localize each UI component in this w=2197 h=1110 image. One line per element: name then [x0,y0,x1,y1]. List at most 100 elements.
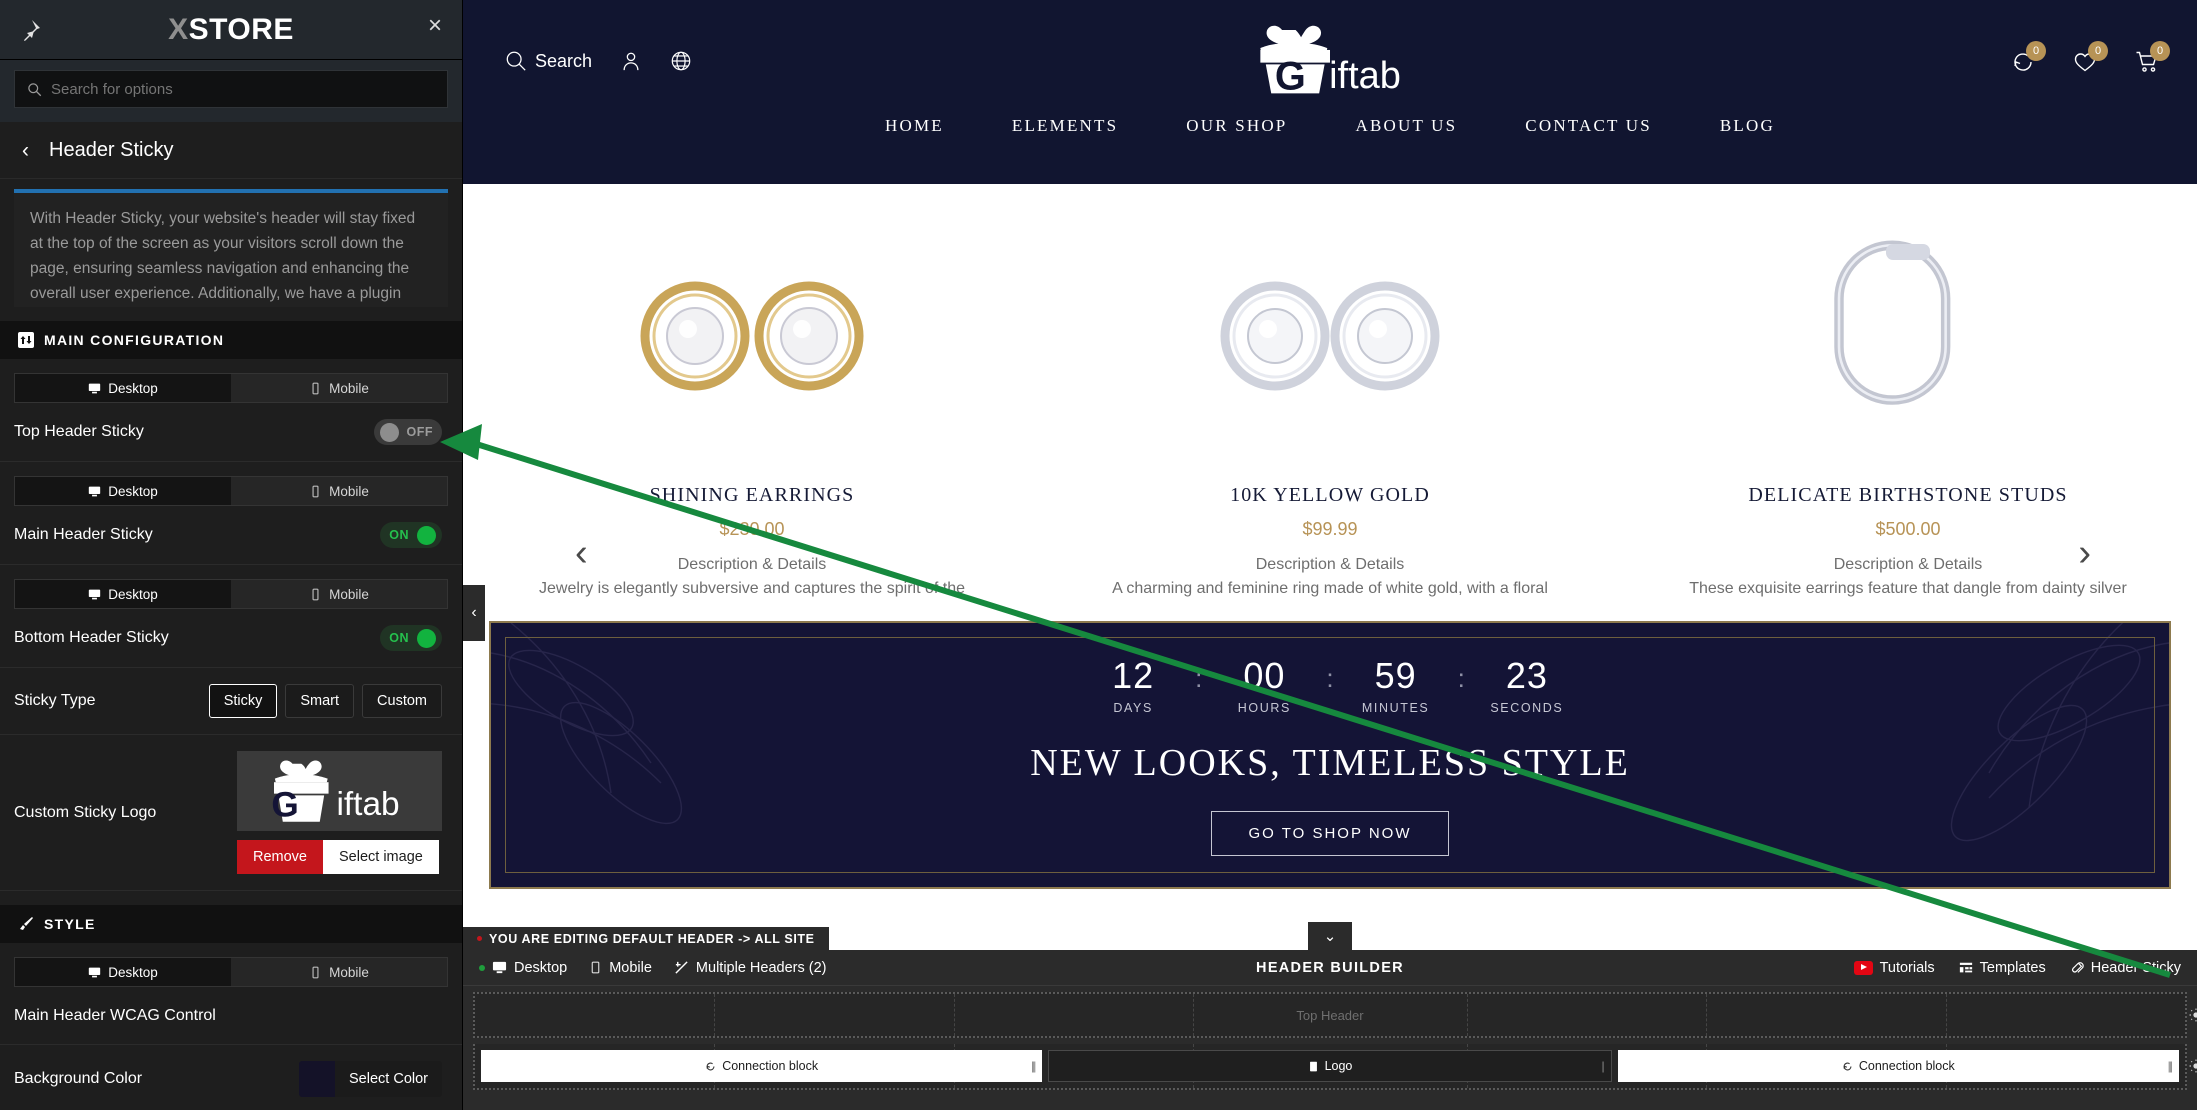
tab-desktop-main-header[interactable]: Desktop [15,477,231,505]
hoop-image [1834,240,1951,405]
countdown-separator: : [1457,662,1465,693]
search-input[interactable] [51,80,435,98]
svg-text:iftab: iftab [336,786,399,823]
gear-icon[interactable] [2189,1059,2197,1073]
product-grid: SHINING EARRINGS $230.00 Description & D… [463,200,2197,598]
drag-handle-icon[interactable]: ||| [2168,1059,2174,1073]
toggle-top-header-sticky[interactable]: OFF [373,419,442,445]
customizer-panel: XSTORE × ‹ Header Sticky With Header Sti… [0,0,463,1110]
select-image-button[interactable]: Select image [323,840,439,874]
active-dot-icon [479,964,485,971]
carousel-prev-icon[interactable]: ‹ [575,534,588,572]
builder-row-main-header[interactable]: Connection block ||| Logo | Connection b… [473,1044,2197,1090]
studs-image [1220,281,1440,391]
nav-item-our-shop[interactable]: OUR SHOP [1186,116,1287,136]
search-box[interactable] [14,70,448,108]
builder-block-logo[interactable]: Logo | [1048,1050,1612,1082]
mobile-icon [591,961,600,974]
option-background-color: Background Color Select Color [0,1045,462,1110]
product-price: $230.00 [719,519,785,539]
site-search-label: Search [535,50,593,71]
sticky-type-smart-button[interactable]: Smart [285,684,355,718]
gear-icon[interactable] [2189,1008,2197,1022]
option-label: Custom Sticky Logo [14,803,157,821]
nav-item-elements[interactable]: ELEMENTS [1012,116,1118,136]
connection-icon [706,1062,715,1070]
site-logo[interactable]: G iftab [1226,22,1434,96]
product-details-label: Description & Details [677,556,827,573]
header-builder-toolbar: Desktop Mobile Multiple Headers (2) HEAD… [463,950,2197,986]
nav-item-about-us[interactable]: ABOUT US [1355,116,1457,136]
remove-logo-button[interactable]: Remove [237,840,323,874]
header-sticky-button[interactable]: Header Sticky [2070,960,2181,976]
section-main-configuration: MAIN CONFIGURATION [0,321,462,359]
product-card[interactable]: DELICATE BIRTHSTONE STUDS $500.00 Descri… [1619,200,2197,598]
product-title: DELICATE BIRTHSTONE STUDS [1748,484,2068,506]
countdown-value: 59 [1374,654,1417,696]
builder-block-connection-left[interactable]: Connection block ||| [481,1050,1043,1082]
site-logo-text: iftab [1329,55,1401,96]
toggle-bottom-header-sticky[interactable]: ON [380,625,442,651]
compare-icon[interactable]: 0 [2011,41,2046,79]
select-color-button[interactable]: Select Color [335,1061,442,1097]
toggle-state-label: ON [389,528,409,542]
collapse-panel-icon[interactable]: ‹ [463,585,485,641]
countdown-label: DAYS [1113,700,1153,715]
section-label: STYLE [44,916,96,932]
carousel-next-icon[interactable]: › [2078,534,2091,572]
countdown-separator: : [1195,662,1203,693]
builder-tab-desktop[interactable]: Desktop [479,960,567,976]
wishlist-icon[interactable]: 0 [2073,41,2108,79]
builder-device-switcher: Desktop Mobile Multiple Headers (2) [479,960,826,976]
countdown-separator: : [1326,662,1334,693]
tab-mobile-main-header[interactable]: Mobile [231,477,447,505]
color-swatch [299,1061,336,1097]
site-header-left: Search [505,50,692,72]
tab-desktop-style[interactable]: Desktop [15,958,231,986]
builder-row-top-header[interactable]: Top Header [473,992,2197,1038]
nav-item-blog[interactable]: BLOG [1720,116,1775,136]
product-card[interactable]: SHINING EARRINGS $230.00 Description & D… [463,200,1041,598]
toggle-main-header-sticky[interactable]: ON [380,522,442,548]
option-label: Bottom Header Sticky [14,629,169,646]
option-main-header-sticky: Main Header Sticky ON [0,506,462,565]
toggle-state-label: ON [389,631,409,645]
back-icon[interactable]: ‹ [22,140,29,161]
close-icon[interactable]: × [428,14,442,38]
site-header: Search G iftab 0 0 0 HOME ELEMENTS OUR S… [463,0,2197,184]
multiple-headers-button[interactable]: Multiple Headers (2) [674,960,826,976]
templates-button[interactable]: Templates [1959,960,2046,976]
banner-cta-button[interactable]: GO TO SHOP NOW [1211,810,1449,856]
drag-handle-icon[interactable]: ||| [1031,1059,1037,1073]
drag-handle-icon[interactable]: | [1602,1059,1605,1073]
tab-desktop-bottom-header[interactable]: Desktop [15,580,231,608]
tab-desktop-top-header[interactable]: Desktop [15,374,231,402]
wishlist-badge: 0 [2088,41,2108,61]
site-search-button[interactable]: Search [505,50,592,72]
sticky-type-sticky-button[interactable]: Sticky [208,684,278,718]
cart-icon[interactable]: 0 [2135,41,2170,79]
tab-mobile-bottom-header[interactable]: Mobile [231,580,447,608]
account-icon[interactable] [620,50,642,72]
product-details-label: Description & Details [1255,556,1405,573]
sticky-type-custom-button[interactable]: Custom [362,684,442,718]
collapse-builder-icon[interactable]: ⌄ [1308,922,1352,950]
globe-icon[interactable] [670,50,692,72]
color-picker-control[interactable]: Select Color [299,1061,442,1097]
brush-icon [18,916,34,932]
tab-label: Mobile [329,483,369,499]
block-label-wrap: Connection block [705,1059,818,1073]
tab-mobile-top-header[interactable]: Mobile [231,374,447,402]
countdown-label: SECONDS [1490,700,1564,715]
product-card[interactable]: 10K YELLOW GOLD $99.99 Description & Det… [1041,200,1619,598]
countdown-label: MINUTES [1361,700,1430,715]
tab-mobile-style[interactable]: Mobile [231,958,447,986]
builder-block-connection-right[interactable]: Connection block ||| [1617,1050,2179,1082]
tutorials-button[interactable]: Tutorials [1853,960,1935,976]
panel-description: With Header Sticky, your website's heade… [14,189,448,307]
product-description: These exquisite earrings feature that da… [1689,580,2127,597]
builder-tab-mobile[interactable]: Mobile [589,960,652,976]
nav-item-home[interactable]: HOME [885,116,944,136]
product-description: A charming and feminine ring made of whi… [1112,580,1548,597]
nav-item-contact-us[interactable]: CONTACT US [1525,116,1652,136]
